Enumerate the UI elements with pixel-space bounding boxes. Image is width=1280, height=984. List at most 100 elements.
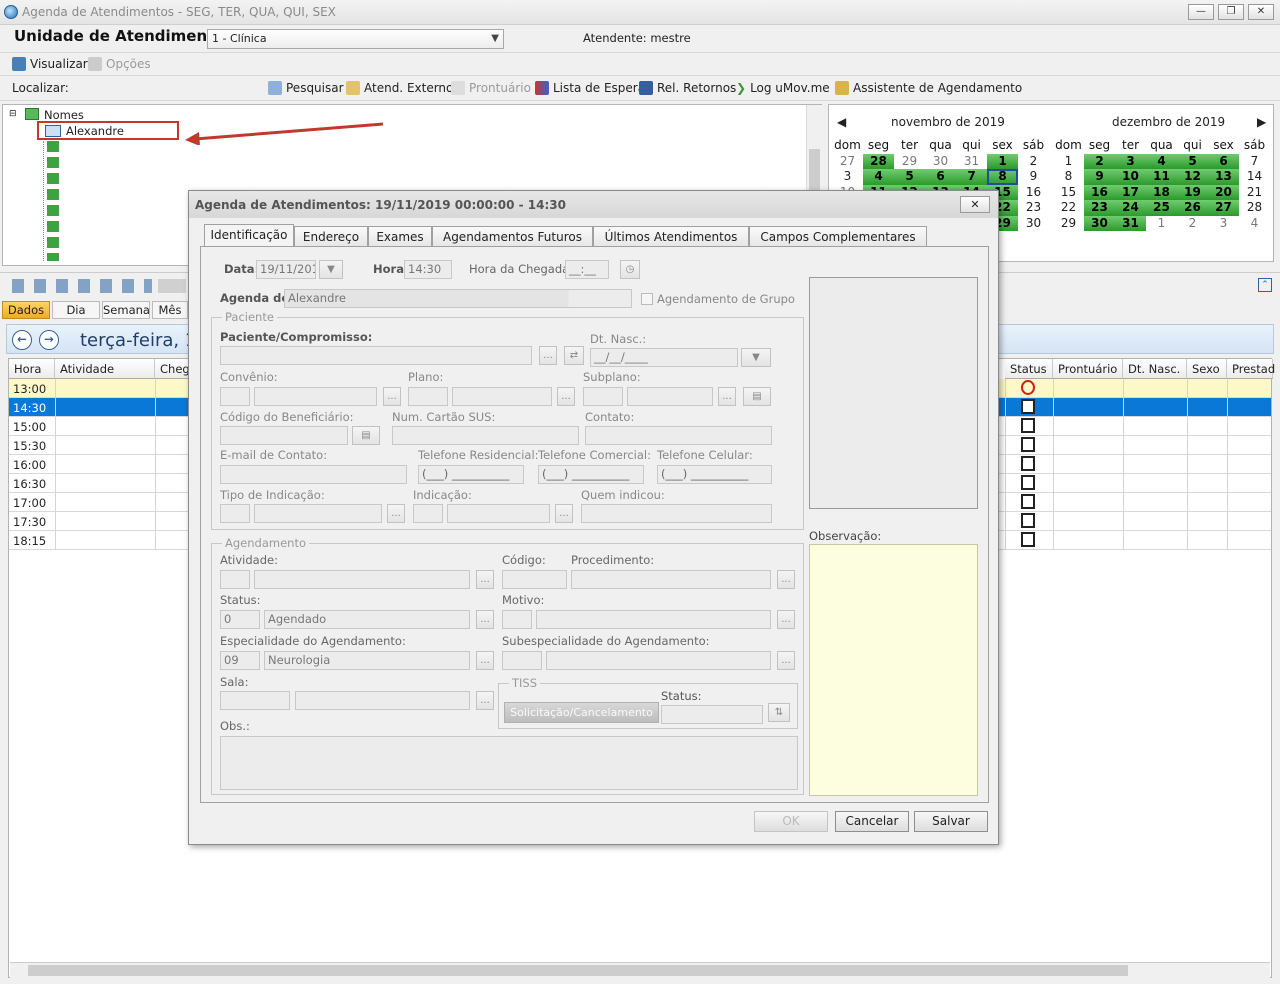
sala-field[interactable] [295, 691, 470, 710]
calendar-day[interactable]: 3 [1208, 216, 1239, 232]
subespecialidade-code-field[interactable] [502, 651, 542, 670]
calendar-day[interactable]: 16 [1084, 184, 1115, 200]
calendar-day[interactable]: 8 [987, 169, 1018, 185]
motivo-field[interactable] [536, 610, 771, 629]
calendar-day[interactable]: 5 [1177, 153, 1208, 169]
card-icon[interactable]: ▤ [743, 387, 771, 406]
calendar-day[interactable]: 30 [1084, 215, 1115, 231]
calendar-day[interactable]: 20 [1208, 184, 1239, 200]
tel-com-field[interactable]: (___) __________ [538, 465, 644, 484]
calendar-day[interactable]: 25 [1146, 200, 1177, 216]
col-prestador[interactable]: Prestad [1227, 359, 1275, 379]
col-status[interactable]: Status [1005, 359, 1053, 379]
calendar-day[interactable]: 30 [1018, 216, 1049, 232]
codigo-field[interactable] [502, 570, 567, 589]
calendar-day[interactable]: 2 [1177, 216, 1208, 232]
indicacao-code-field[interactable] [413, 504, 443, 523]
especialidade-search-button[interactable]: ... [476, 651, 494, 670]
calendar-day[interactable]: 27 [1208, 200, 1239, 216]
tab-agendamentos-futuros[interactable]: Agendamentos Futuros [432, 226, 593, 247]
status-code-field[interactable]: 0 [220, 610, 260, 629]
prev-month-button[interactable]: ◀ [837, 115, 846, 129]
obs-field[interactable] [220, 736, 798, 790]
calendar-day[interactable]: 9 [1018, 169, 1049, 185]
calendar-day[interactable]: 14 [1239, 169, 1270, 185]
contato-field[interactable] [585, 426, 772, 445]
ok-button[interactable]: OK [754, 811, 828, 832]
calendar-day[interactable]: 13 [1208, 169, 1239, 185]
indicacao-field[interactable] [447, 504, 550, 523]
motivo-code-field[interactable] [502, 610, 532, 629]
calendar-day[interactable]: 27 [832, 154, 863, 170]
calendar-day[interactable]: 8 [1053, 169, 1084, 185]
cartao-sus-field[interactable] [392, 426, 579, 445]
subplano-search-button[interactable]: ... [718, 387, 736, 406]
motivo-search-button[interactable]: ... [777, 610, 795, 629]
calendar-day[interactable]: 11 [1146, 169, 1177, 185]
procedimento-search-button[interactable]: ... [777, 570, 795, 589]
tab-endereco[interactable]: Endereço [294, 226, 368, 247]
tab-campos-complementares[interactable]: Campos Complementares [749, 226, 927, 247]
agend-grupo-checkbox[interactable] [641, 293, 653, 305]
calendar-day[interactable]: 22 [1053, 200, 1084, 216]
convenio-field[interactable] [254, 387, 377, 406]
calendar-day[interactable]: 4 [1239, 216, 1270, 232]
close-window-button[interactable]: ✕ [1248, 4, 1274, 20]
calendar-day[interactable]: 3 [1115, 153, 1146, 169]
calendar-day[interactable]: 18 [1146, 184, 1177, 200]
calendar-day[interactable]: 24 [1115, 200, 1146, 216]
tab-semana[interactable]: Semana [102, 301, 150, 319]
calendar-day[interactable]: 2 [1084, 153, 1115, 169]
col-hora[interactable]: Hora [9, 359, 55, 379]
salvar-button[interactable]: Salvar [914, 811, 988, 832]
atividade-field[interactable] [254, 570, 470, 589]
dtnasc-field[interactable]: __/__/____ [590, 348, 738, 367]
tree-node-selected[interactable]: Alexandre [37, 121, 179, 140]
dtnasc-dropdown-icon[interactable]: ▼ [741, 348, 771, 367]
opcoes-menu[interactable]: Opções [88, 57, 151, 71]
calendar-day[interactable]: 4 [863, 169, 894, 185]
calendar-day[interactable]: 1 [1146, 216, 1177, 232]
cancelar-button[interactable]: Cancelar [835, 811, 909, 832]
calendar-day[interactable]: 26 [1177, 200, 1208, 216]
subespecialidade-field[interactable] [546, 651, 771, 670]
calendar-day[interactable]: 12 [1177, 169, 1208, 185]
subespecialidade-search-button[interactable]: ... [777, 651, 795, 670]
calendar-day[interactable]: 2 [1018, 154, 1049, 170]
visualizar-menu[interactable]: Visualizar [12, 57, 88, 71]
log-umov-button[interactable]: ❯ Log uMov.me [736, 81, 830, 95]
collapse-panel-icon[interactable]: ⌃ [1258, 278, 1272, 292]
paciente-search-button[interactable]: ... [539, 346, 557, 365]
calendar-day[interactable]: 5 [894, 169, 925, 185]
procedimento-field[interactable] [571, 570, 771, 589]
calendar-day[interactable]: 28 [1239, 200, 1270, 216]
hora-chegada-field[interactable]: __:__ [565, 260, 609, 279]
tab-mes[interactable]: Mês [152, 301, 188, 319]
tel-res-field[interactable]: (___) __________ [418, 465, 524, 484]
calendar-day[interactable]: 31 [1115, 215, 1146, 231]
edit-icons[interactable] [158, 279, 186, 293]
atend-externo-button[interactable]: Atend. Externo [346, 81, 453, 95]
calendar-day[interactable]: 7 [956, 169, 987, 185]
pesquisar-button[interactable]: Pesquisar [268, 81, 344, 95]
tab-identificacao[interactable]: Identificação [204, 224, 294, 248]
sala-code-field[interactable] [220, 691, 290, 710]
tel-cel-field[interactable]: (___) __________ [657, 465, 772, 484]
paciente-field[interactable] [220, 346, 532, 365]
card-reader-icon[interactable]: ▤ [352, 426, 380, 445]
atividade-search-button[interactable]: ... [476, 570, 494, 589]
grid-horizontal-scrollbar[interactable] [10, 962, 1270, 978]
calendar-day[interactable]: 28 [863, 153, 894, 169]
tab-dia[interactable]: Dia [52, 301, 100, 319]
hora-field[interactable]: 14:30 [404, 260, 452, 279]
dialog-close-button[interactable]: ✕ [960, 196, 990, 213]
email-field[interactable] [220, 465, 407, 484]
calendar-day[interactable]: 21 [1239, 185, 1270, 201]
next-day-button[interactable]: → [39, 330, 59, 350]
prontuario-button[interactable]: Prontuário [451, 81, 531, 95]
calendar-day[interactable]: 30 [925, 154, 956, 170]
calendar-day[interactable]: 29 [894, 154, 925, 170]
tab-dados[interactable]: Dados [2, 301, 50, 319]
quem-indicou-field[interactable] [581, 504, 772, 523]
plano-search-button[interactable]: ... [557, 387, 575, 406]
